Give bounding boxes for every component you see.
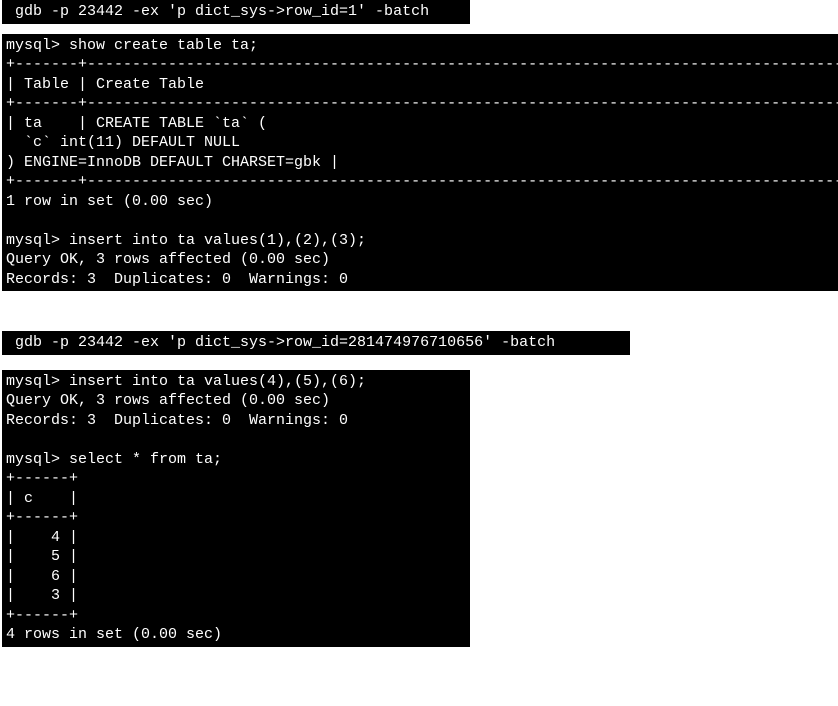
mysql-line: Records: 3 Duplicates: 0 Warnings: 0 xyxy=(6,271,348,288)
mysql-session-2: mysql> insert into ta values(4),(5),(6);… xyxy=(2,370,470,647)
mysql-line: | c | xyxy=(6,490,78,507)
mysql-line: mysql> insert into ta values(1),(2),(3); xyxy=(6,232,366,249)
mysql-line: | 4 | xyxy=(6,529,78,546)
mysql-line: mysql> insert into ta values(4),(5),(6); xyxy=(6,373,366,390)
mysql-line: | 5 | xyxy=(6,548,78,565)
mysql-line: | Table | Create Table xyxy=(6,76,204,93)
mysql-line: | 3 | xyxy=(6,587,78,604)
mysql-line: +-------+-------------------------------… xyxy=(6,95,838,112)
gdb-cmd-text-2: gdb -p 23442 -ex 'p dict_sys->row_id=281… xyxy=(6,334,555,351)
gdb-command-1: gdb -p 23442 -ex 'p dict_sys->row_id=1' … xyxy=(2,0,470,24)
mysql-line: | ta | CREATE TABLE `ta` ( xyxy=(6,115,267,132)
mysql-line: mysql> show create table ta; xyxy=(6,37,258,54)
mysql-line: `c` int(11) DEFAULT NULL xyxy=(6,134,240,151)
mysql-line: 1 row in set (0.00 sec) xyxy=(6,193,213,210)
mysql-session-1: mysql> show create table ta; +-------+--… xyxy=(2,34,838,292)
mysql-line: Query OK, 3 rows affected (0.00 sec) xyxy=(6,251,330,268)
mysql-line: +------+ xyxy=(6,607,78,624)
gdb-cmd-text-1: gdb -p 23442 -ex 'p dict_sys->row_id=1' … xyxy=(6,3,429,20)
gdb-command-2: gdb -p 23442 -ex 'p dict_sys->row_id=281… xyxy=(2,331,630,355)
mysql-line: +------+ xyxy=(6,509,78,526)
mysql-line: Records: 3 Duplicates: 0 Warnings: 0 xyxy=(6,412,348,429)
mysql-line: mysql> select * from ta; xyxy=(6,451,222,468)
mysql-line: +-------+-------------------------------… xyxy=(6,56,838,73)
mysql-line: ) ENGINE=InnoDB DEFAULT CHARSET=gbk | xyxy=(6,154,339,171)
mysql-line: 4 rows in set (0.00 sec) xyxy=(6,626,222,643)
mysql-line: Query OK, 3 rows affected (0.00 sec) xyxy=(6,392,330,409)
mysql-line: | 6 | xyxy=(6,568,78,585)
mysql-line: +-------+-------------------------------… xyxy=(6,173,838,190)
mysql-line: +------+ xyxy=(6,470,78,487)
